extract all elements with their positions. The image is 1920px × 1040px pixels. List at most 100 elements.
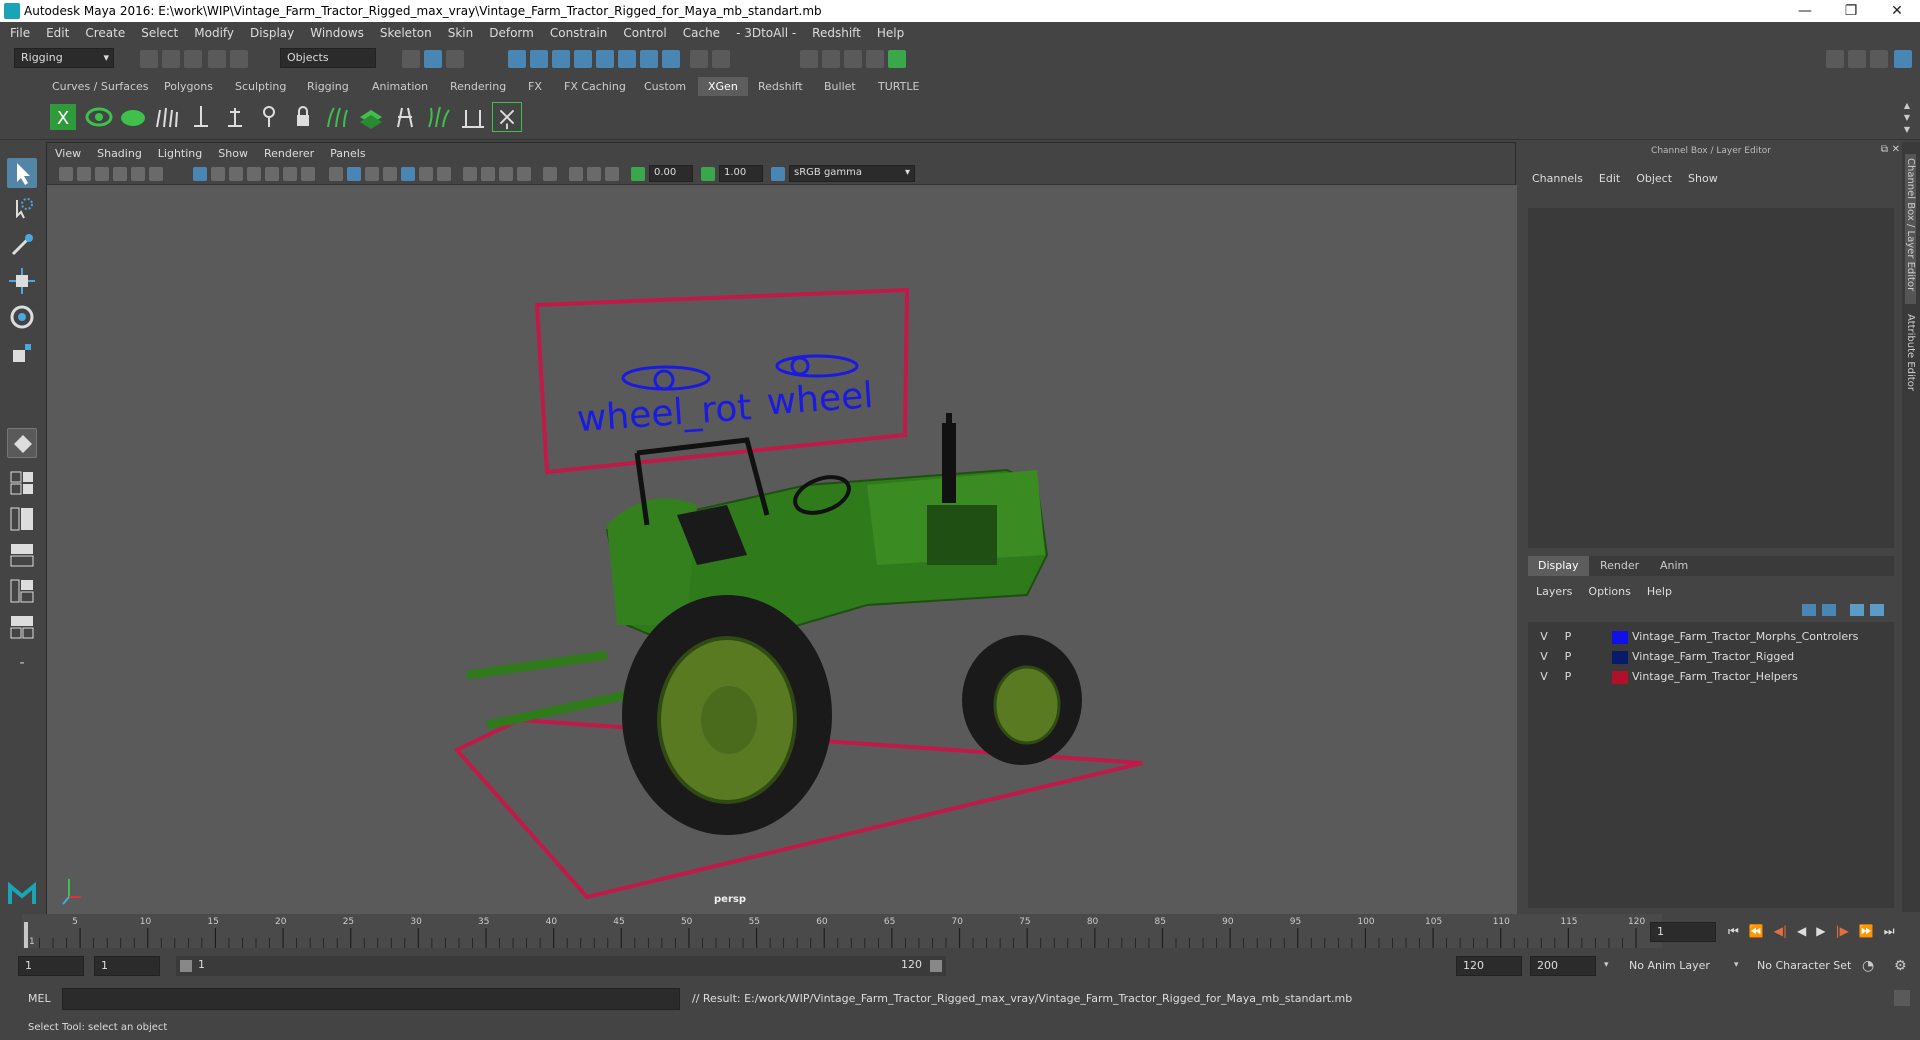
xgen-interactive-groom-icon[interactable] [492,102,522,132]
isolate-select-icon[interactable] [543,167,557,181]
layer-menu-help[interactable]: Help [1647,585,1672,598]
snap-curve-icon[interactable] [530,50,548,68]
screen-space-ao-icon[interactable] [463,167,477,181]
lasso-tool-icon[interactable] [7,194,37,224]
render-view-icon[interactable] [800,50,818,68]
color-space-dropdown[interactable]: sRGB gamma ▾ [789,165,915,182]
render-settings-icon[interactable] [866,50,884,68]
bookmark-icon[interactable] [95,167,109,181]
exposure-icon[interactable] [631,167,645,181]
menu-redshift[interactable]: Redshift [812,26,861,40]
four-view-layout-icon[interactable] [7,468,37,498]
depth-of-field-icon[interactable] [517,167,531,181]
film-gate-icon[interactable] [211,167,225,181]
layer-playback-toggle[interactable]: P [1560,670,1576,683]
go-to-start-icon[interactable]: ⏮ [1728,924,1739,939]
move-tool-icon[interactable] [7,266,37,296]
layer-color-swatch[interactable] [1612,651,1628,664]
layout-menu-icon[interactable]: - [7,648,37,678]
end-time-field[interactable]: 200 [1530,956,1596,976]
snap-live-icon[interactable] [596,50,614,68]
input-ops-icon[interactable] [712,50,730,68]
menu-3dtoall[interactable]: - 3DtoAll - [736,26,796,40]
grid-toggle-icon[interactable] [193,167,207,181]
side-tab-attribute-editor[interactable]: Attribute Editor [1905,314,1916,414]
help-line-icon[interactable] [662,50,680,68]
time-slider-ruler[interactable]: 15 10 15 20 25 30 35 40 45 50 55 60 65 70 75 80 85 90 95 10… [22,914,1662,948]
playback-start-field[interactable]: 1 [94,956,160,976]
xgen-guide-length-icon[interactable] [254,102,284,132]
snap-surface-icon[interactable] [618,50,636,68]
motion-blur-icon[interactable] [481,167,495,181]
play-back-icon[interactable]: ◀ [1797,924,1806,939]
tab-fx-caching[interactable]: FX Caching [554,77,636,96]
tab-sculpting[interactable]: Sculpting [225,77,296,96]
select-component-icon[interactable] [446,50,464,68]
menu-deform[interactable]: Deform [489,26,534,40]
select-tool-icon[interactable] [7,158,37,188]
xray-icon[interactable] [569,167,583,181]
tab-redshift[interactable]: Redshift [748,77,813,96]
layer-display-type[interactable] [1590,671,1606,684]
xgen-create-description-icon[interactable] [118,102,148,132]
gamma-field[interactable]: 1.00 [719,165,763,182]
tab-rendering[interactable]: Rendering [440,77,516,96]
xray-joints-icon[interactable] [605,167,619,181]
camera-select-icon[interactable] [59,167,73,181]
menuset-dropdown[interactable]: Rigging ▾ [14,48,114,68]
move-layer-down-icon[interactable] [1822,604,1836,616]
menu-constrain[interactable]: Constrain [550,26,608,40]
menu-cache[interactable]: Cache [683,26,720,40]
cb-menu-channels[interactable]: Channels [1532,172,1583,185]
xgen-grass-icon[interactable] [424,102,454,132]
xgen-density-icon[interactable] [356,102,386,132]
vp-menu-renderer[interactable]: Renderer [264,147,314,160]
current-frame-field[interactable]: 1 [1650,922,1716,942]
vp-menu-shading[interactable]: Shading [97,147,142,160]
scale-tool-icon[interactable] [7,338,37,368]
tab-render[interactable]: Render [1590,556,1649,576]
menu-file[interactable]: File [10,26,30,40]
tab-fx[interactable]: FX [518,77,552,96]
move-layer-up-icon[interactable] [1802,604,1816,616]
history-icon[interactable] [640,50,658,68]
new-scene-icon[interactable] [140,50,158,68]
anti-aliasing-icon[interactable] [499,167,513,181]
rotate-tool-icon[interactable] [7,302,37,332]
undo-icon[interactable] [208,50,226,68]
new-layer-selected-icon[interactable] [1870,604,1884,616]
tab-turtle[interactable]: TURTLE [868,77,929,96]
range-end-handle[interactable] [930,960,942,972]
xgen-lock-guide-icon[interactable] [288,102,318,132]
step-forward-key-icon[interactable]: ⏩ [1859,924,1874,939]
script-editor-icon[interactable] [1894,990,1910,1006]
safe-title-icon[interactable] [301,167,315,181]
minimize-button[interactable]: — [1782,0,1828,22]
single-perspective-layout-icon[interactable] [7,428,37,458]
layer-color-swatch[interactable] [1612,671,1628,684]
time-slider[interactable]: 1 5 10 15 20 25 30 35 40 45 50 55 60 65 70 75 80 85 90 95 10… [0,914,1920,948]
gamma-icon[interactable] [701,167,715,181]
playback-end-field[interactable]: 120 [1456,956,1522,976]
selection-mask-dropdown[interactable]: Objects [280,48,376,68]
snap-grid-icon[interactable] [508,50,526,68]
toggle-channel-box-icon[interactable] [1848,50,1866,68]
lock-icon[interactable] [690,50,708,68]
viewport-scene[interactable]: wheel_rot wheel [47,185,1517,915]
menu-modify[interactable]: Modify [194,26,234,40]
snap-view-plane-icon[interactable] [574,50,592,68]
restore-button[interactable]: ❐ [1828,0,1874,22]
xgen-editor-icon[interactable]: X [48,102,78,132]
play-forward-icon[interactable]: ▶ [1816,924,1825,939]
new-layer-icon[interactable] [1850,604,1864,616]
step-forward-frame-icon[interactable]: |▶ [1836,924,1849,939]
outliner-layout-icon[interactable] [7,612,37,642]
layer-row[interactable]: V P Vintage_Farm_Tractor_Morphs_Controle… [1528,628,1892,647]
layer-menu-layers[interactable]: Layers [1536,585,1572,598]
layer-row[interactable]: V P Vintage_Farm_Tractor_Rigged [1528,648,1892,667]
wireframe-on-shaded-icon[interactable] [383,167,397,181]
chevron-down-icon[interactable]: ▾ [1734,960,1739,970]
use-all-lights-icon[interactable] [419,167,433,181]
xgen-sculpt-guide-icon[interactable] [220,102,250,132]
step-back-frame-icon[interactable]: ◀| [1774,924,1787,939]
